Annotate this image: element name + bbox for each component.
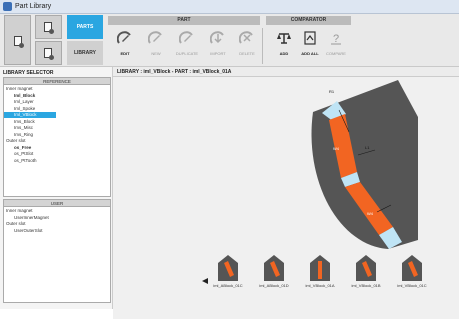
part-thumbnail[interactable]: iml_VBlock_01A <box>302 253 338 288</box>
tool-label: ADD <box>279 51 289 56</box>
tool-label: EDIT <box>120 51 130 56</box>
thumbnail-label: iml_VBlock_01A <box>305 283 335 288</box>
part-section-header: PART <box>108 16 260 25</box>
reference-library-item[interactable]: Iml_Block <box>4 93 35 99</box>
tool-label: COMPARE <box>326 51 346 56</box>
new-document-icon <box>44 48 54 60</box>
new-part-button[interactable] <box>35 15 62 39</box>
tool-label: NEW <box>151 51 161 56</box>
user-library-item[interactable]: UserOuterSlot <box>4 228 43 234</box>
dimension-label: L1 <box>365 145 370 150</box>
reference-library-item[interactable]: Ims_Block <box>4 119 35 125</box>
new-part-icon <box>148 31 162 44</box>
title-bar: Part Library <box>0 0 459 14</box>
part-thumbnail[interactable]: iml_ABlock_01D <box>256 253 292 288</box>
user-library-item[interactable]: UserInnerMagnet <box>4 215 49 221</box>
import-tool-button[interactable]: IMPORT <box>204 28 232 64</box>
part-thumbnail[interactable]: iml_VBlock_01C <box>394 253 430 288</box>
tool-label: DUPLICATE <box>175 51 199 56</box>
delete-icon <box>239 31 253 44</box>
dimension-label: R1 <box>329 89 335 94</box>
dimension-label: W4 <box>367 211 374 216</box>
add-all-icon <box>304 31 316 45</box>
new-library-button[interactable] <box>35 41 62 65</box>
thumbnail-label: iml_ABlock_01C <box>213 283 243 288</box>
user-category-item[interactable]: Inner magnet <box>4 208 33 214</box>
library-selector-panel: LIBRARY SELECTOR REFERENCE Inner magnet I… <box>0 67 113 309</box>
tool-label: DELETE <box>239 51 255 56</box>
breadcrumb: LIBRARY : iml_VBlock - PART : iml_VBlock… <box>113 67 459 77</box>
reference-library-item[interactable]: os_PtTooth <box>4 158 37 164</box>
new-document-icon <box>44 22 54 34</box>
thumbnail-preview <box>356 255 376 281</box>
reference-category-item[interactable]: Outer slot <box>4 138 26 144</box>
edit-icon <box>117 31 131 44</box>
tool-label: ADD ALL <box>301 51 319 56</box>
duplicate-icon <box>179 31 193 44</box>
divider <box>262 28 263 64</box>
reference-library-item[interactable]: os_Free <box>4 145 31 151</box>
reference-category-item[interactable]: Inner magnet <box>4 86 33 92</box>
dimension-label: W4 <box>333 146 340 151</box>
new-tool-button[interactable]: NEW <box>142 28 170 64</box>
question-icon: ? <box>331 33 341 45</box>
compare-tool-button[interactable]: ? COMPARE <box>322 28 350 64</box>
reference-library-item[interactable]: Ims_Ring <box>4 132 33 138</box>
document-icon <box>14 36 24 48</box>
thumbnail-preview <box>218 255 238 281</box>
thumbnail-preview <box>310 255 330 281</box>
library-selector-title: LIBRARY SELECTOR <box>3 70 54 76</box>
add-tool-button[interactable]: ADD <box>270 28 298 64</box>
reference-library-item[interactable]: Iml_VBlock <box>4 112 56 118</box>
thumbnail-magnet <box>318 261 322 279</box>
thumbnail-label: iml_VBlock_01B <box>351 283 381 288</box>
reference-library-item[interactable]: Iml_Layer <box>4 99 34 105</box>
ribbon-toolbar: PARTS LIBRARY PART COMPARATOR EDIT NEW D… <box>0 14 459 67</box>
edit-tool-button[interactable]: EDIT <box>111 28 139 64</box>
tool-label: IMPORT <box>210 51 226 56</box>
comparator-section-header: COMPARATOR <box>266 16 351 25</box>
svg-text:?: ? <box>333 33 339 45</box>
library-mode-button[interactable]: LIBRARY <box>67 41 103 65</box>
reference-header: REFERENCE <box>4 78 110 85</box>
duplicate-tool-button[interactable]: DUPLICATE <box>173 28 201 64</box>
thumbnail-preview <box>264 255 284 281</box>
open-library-button[interactable] <box>4 15 31 65</box>
user-header: USER <box>4 200 110 207</box>
part-thumbnail[interactable]: iml_VBlock_01B <box>348 253 384 288</box>
delete-tool-button[interactable]: DELETE <box>233 28 261 64</box>
import-icon <box>210 31 224 44</box>
part-thumbnail[interactable]: iml_ABlock_01C <box>210 253 246 288</box>
reference-library-item[interactable]: Iml_Spoke <box>4 106 35 112</box>
reference-library-item[interactable]: Ims_Misc <box>4 125 33 131</box>
parts-mode-button[interactable]: PARTS <box>67 15 103 39</box>
add-all-tool-button[interactable]: ADD ALL <box>296 28 324 64</box>
reference-tree-panel: REFERENCE Inner magnet Iml_Block Iml_Layer… <box>3 77 111 197</box>
thumbnail-label: iml_VBlock_01C <box>397 283 427 288</box>
thumbnail-label: iml_ABlock_01D <box>259 283 289 288</box>
thumbnail-preview <box>402 255 422 281</box>
scale-add-icon <box>277 33 291 44</box>
user-tree-panel: USER Inner magnet UserInnerMagnet Outer sl… <box>3 199 111 303</box>
app-icon <box>3 2 12 11</box>
user-category-item[interactable]: Outer slot <box>4 221 26 227</box>
window-title: Part Library <box>15 3 52 10</box>
reference-library-item[interactable]: os_PtSlot <box>4 151 33 157</box>
